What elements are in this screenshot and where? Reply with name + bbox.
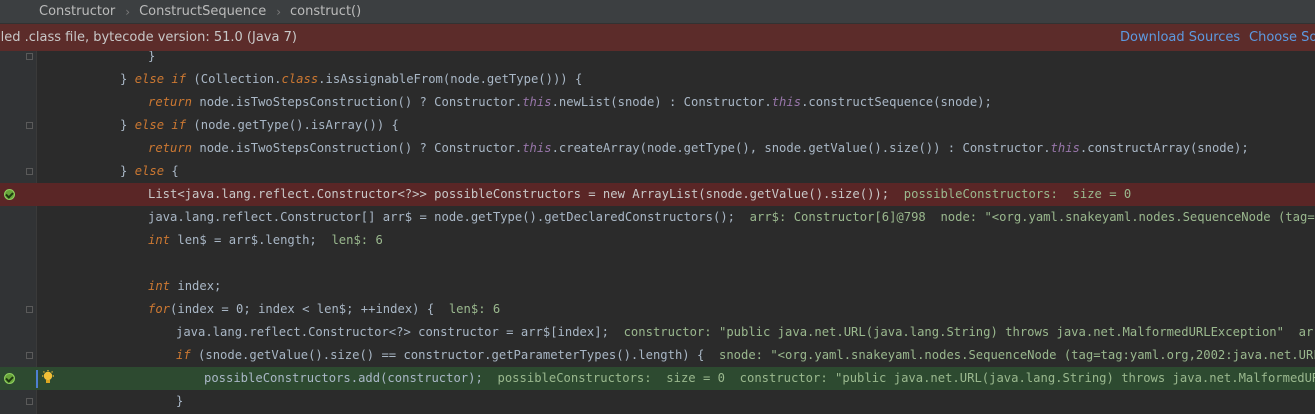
fold-marker-icon[interactable] bbox=[26, 53, 33, 60]
debug-inline-value: possibleConstructors: size = 0 construct… bbox=[482, 371, 1315, 385]
fold-marker-icon[interactable] bbox=[26, 122, 33, 129]
fold-marker-icon[interactable] bbox=[26, 168, 33, 175]
banner-message: iled .class file, bytecode version: 51.0… bbox=[0, 30, 297, 45]
chevron-right-icon: › bbox=[125, 4, 131, 19]
code-text[interactable]: for(index = 0; index < len$; ++index) { … bbox=[148, 298, 500, 321]
code-text[interactable]: } else if (Collection.class.isAssignable… bbox=[120, 68, 582, 91]
debug-inline-value: snode: "<org.yaml.snakeyaml.nodes.Sequen… bbox=[704, 348, 1315, 362]
debug-inline-value: len$: 6 bbox=[316, 233, 383, 247]
code-line[interactable]: return node.isTwoStepsConstruction() ? C… bbox=[0, 91, 1315, 114]
code-line[interactable]: if (snode.getValue().size() == construct… bbox=[0, 344, 1315, 367]
code-text[interactable]: java.lang.reflect.Constructor[] arr$ = n… bbox=[148, 206, 1315, 229]
download-sources-link[interactable]: Download Sources bbox=[1120, 30, 1240, 45]
lightbulb-icon[interactable] bbox=[41, 370, 55, 386]
code-text[interactable]: List<java.lang.reflect.Constructor<?>> p… bbox=[148, 183, 1131, 206]
code-line[interactable]: java.lang.reflect.Constructor[] arr$ = n… bbox=[0, 206, 1315, 229]
code-text[interactable]: int len$ = arr$.length; len$: 6 bbox=[148, 229, 383, 252]
code-text[interactable]: return node.isTwoStepsConstruction() ? C… bbox=[148, 91, 992, 114]
code-line[interactable]: possibleConstructors.add(constructor); p… bbox=[0, 367, 1315, 390]
code-line[interactable]: } else { bbox=[0, 160, 1315, 183]
breadcrumb-item-construct-sequence[interactable]: ConstructSequence bbox=[139, 4, 266, 19]
debug-inline-value: constructor: "public java.net.URL(java.l… bbox=[608, 325, 1315, 339]
code-text[interactable]: } else { bbox=[120, 160, 179, 183]
code-line[interactable]: List<java.lang.reflect.Constructor<?>> p… bbox=[0, 183, 1315, 206]
breadcrumb: Constructor › ConstructSequence › constr… bbox=[0, 0, 1315, 24]
breadcrumb-item-constructor[interactable]: Constructor bbox=[39, 4, 115, 19]
code-text[interactable]: } bbox=[148, 51, 155, 68]
code-line[interactable]: int index; bbox=[0, 275, 1315, 298]
fold-marker-icon[interactable] bbox=[26, 352, 33, 359]
fold-marker-icon[interactable] bbox=[26, 306, 33, 313]
chevron-right-icon: › bbox=[276, 4, 281, 19]
code-line[interactable] bbox=[0, 252, 1315, 275]
code-line[interactable]: return node.isTwoStepsConstruction() ? C… bbox=[0, 137, 1315, 160]
text-caret bbox=[36, 370, 38, 388]
code-text[interactable]: return node.isTwoStepsConstruction() ? C… bbox=[148, 137, 1249, 160]
code-line[interactable]: } else if (node.getType().isArray()) { bbox=[0, 114, 1315, 137]
code-line[interactable]: } bbox=[0, 51, 1315, 68]
choose-sources-link[interactable]: Choose Sou bbox=[1249, 30, 1315, 45]
code-line[interactable]: int len$ = arr$.length; len$: 6 bbox=[0, 229, 1315, 252]
breadcrumb-item-construct-method[interactable]: construct() bbox=[290, 4, 361, 19]
breakpoint-check-icon[interactable] bbox=[4, 373, 15, 384]
code-line[interactable]: } bbox=[0, 390, 1315, 413]
code-text[interactable]: int index; bbox=[148, 275, 221, 298]
fold-marker-icon[interactable] bbox=[26, 398, 33, 405]
code-line[interactable]: java.lang.reflect.Constructor<?> constru… bbox=[0, 321, 1315, 344]
code-editor[interactable]: }} else if (Collection.class.isAssignabl… bbox=[0, 51, 1315, 414]
debug-inline-value: arr$: Constructor[6]@798 node: "<org.yam… bbox=[735, 210, 1315, 224]
code-text[interactable]: } else if (node.getType().isArray()) { bbox=[120, 114, 399, 137]
decompiled-file-banner: iled .class file, bytecode version: 51.0… bbox=[0, 24, 1315, 51]
code-text[interactable]: if (snode.getValue().size() == construct… bbox=[176, 344, 1315, 367]
debug-inline-value: len$: 6 bbox=[434, 302, 501, 316]
breakpoint-check-icon[interactable] bbox=[4, 189, 15, 200]
debug-inline-value: possibleConstructors: size = 0 bbox=[889, 187, 1132, 201]
code-text[interactable]: java.lang.reflect.Constructor<?> constru… bbox=[176, 321, 1315, 344]
code-text[interactable]: possibleConstructors.add(constructor); p… bbox=[204, 367, 1315, 390]
code-text[interactable]: } bbox=[176, 390, 183, 413]
code-line[interactable]: } else if (Collection.class.isAssignable… bbox=[0, 68, 1315, 91]
code-line[interactable]: for(index = 0; index < len$; ++index) { … bbox=[0, 298, 1315, 321]
